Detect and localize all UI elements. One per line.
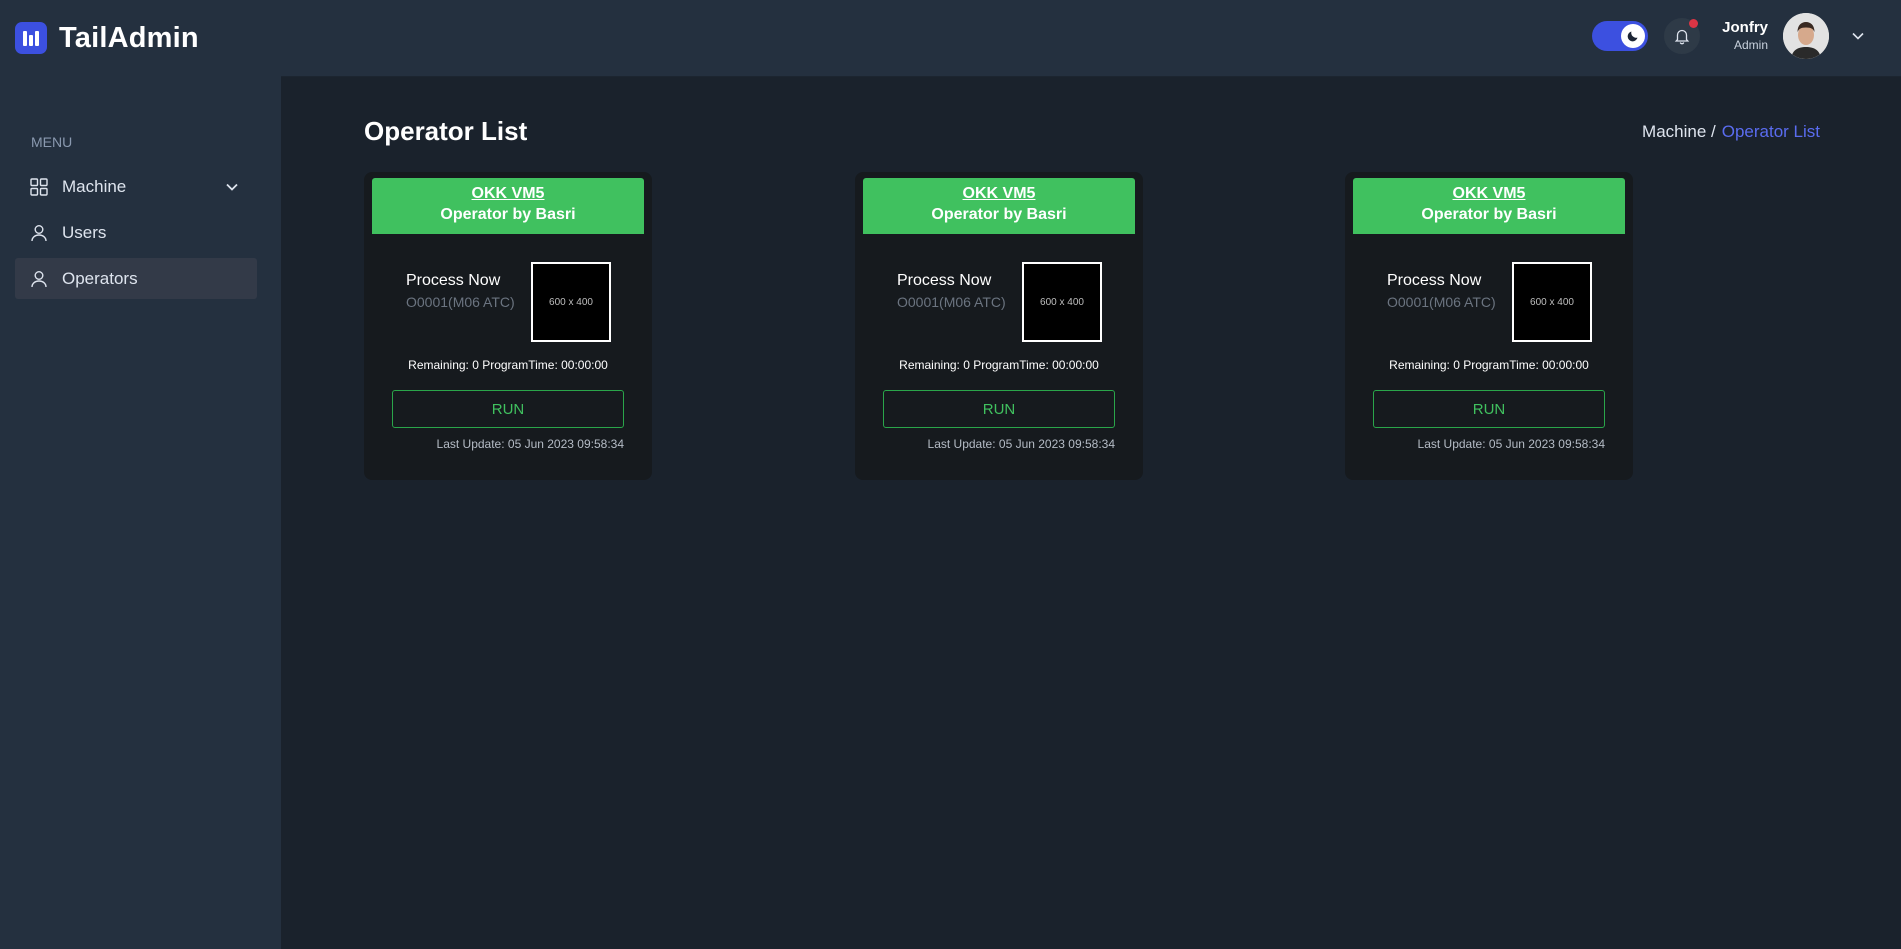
card-header: OKK VM5 Operator by Basri [372, 178, 644, 234]
logo-icon [15, 22, 47, 54]
dark-mode-toggle[interactable] [1592, 21, 1648, 51]
moon-icon [1621, 24, 1645, 48]
process-label: Process Now [406, 272, 501, 289]
breadcrumb-parent[interactable]: Machine / [1642, 122, 1716, 142]
process-label: Process Now [897, 272, 992, 289]
chevron-down-icon[interactable] [225, 179, 239, 199]
menu-heading: MENU [31, 134, 73, 150]
process-code: O0001(M06 ATC) [1387, 294, 1496, 310]
process-label: Process Now [1387, 272, 1482, 289]
card-header: OKK VM5 Operator by Basri [1353, 178, 1625, 234]
user-role: Admin [1733, 38, 1768, 52]
brand-name: TailAdmin [59, 21, 199, 54]
page-title: Operator List [364, 116, 528, 146]
run-button[interactable]: RUN [392, 390, 624, 428]
operator-name: Operator by Basri [931, 206, 1067, 223]
sidebar-item-label: Users [62, 222, 107, 242]
bell-icon [1674, 29, 1690, 45]
avatar[interactable] [1783, 13, 1829, 59]
last-update: Last Update: 05 Jun 2023 09:58:34 [1417, 437, 1605, 451]
run-button[interactable]: RUN [1373, 390, 1605, 428]
image-placeholder: 600 x 400 [531, 262, 611, 342]
grid-icon [30, 177, 48, 196]
sidebar-nav: Machine Users Operators [15, 166, 257, 304]
top-header: Jonfry Admin [281, 0, 1901, 76]
breadcrumb: Machine / Operator List [1642, 122, 1820, 142]
operator-card: OKK VM5 Operator by Basri Process Now O0… [855, 172, 1143, 480]
user-name[interactable]: Jonfry [1696, 19, 1768, 36]
machine-link[interactable]: OKK VM5 [372, 185, 644, 203]
process-code: O0001(M06 ATC) [897, 294, 1006, 310]
sidebar-item-label: Operators [62, 268, 138, 288]
chevron-down-icon[interactable] [1851, 29, 1865, 48]
sidebar-item-users[interactable]: Users [15, 212, 257, 253]
remaining-info: Remaining: 0 ProgramTime: 00:00:00 [1389, 358, 1589, 372]
remaining-info: Remaining: 0 ProgramTime: 00:00:00 [899, 358, 1099, 372]
operator-name: Operator by Basri [440, 206, 576, 223]
breadcrumb-current: Operator List [1721, 122, 1820, 141]
notification-button[interactable] [1664, 18, 1700, 54]
process-code: O0001(M06 ATC) [406, 294, 515, 310]
last-update: Last Update: 05 Jun 2023 09:58:34 [436, 437, 624, 451]
last-update: Last Update: 05 Jun 2023 09:58:34 [927, 437, 1115, 451]
operator-card: OKK VM5 Operator by Basri Process Now O0… [364, 172, 652, 480]
machine-link[interactable]: OKK VM5 [1353, 185, 1625, 203]
image-placeholder: 600 x 400 [1512, 262, 1592, 342]
card-header: OKK VM5 Operator by Basri [863, 178, 1135, 234]
remaining-info: Remaining: 0 ProgramTime: 00:00:00 [408, 358, 608, 372]
user-icon [30, 270, 48, 288]
operator-card: OKK VM5 Operator by Basri Process Now O0… [1345, 172, 1633, 480]
machine-link[interactable]: OKK VM5 [863, 185, 1135, 203]
logo[interactable]: TailAdmin [15, 21, 199, 55]
sidebar: TailAdmin MENU Machine Users Operators [0, 0, 281, 949]
run-button[interactable]: RUN [883, 390, 1115, 428]
sidebar-item-label: Machine [62, 176, 127, 196]
sidebar-item-machine[interactable]: Machine [15, 166, 257, 207]
image-placeholder: 600 x 400 [1022, 262, 1102, 342]
operator-name: Operator by Basri [1421, 206, 1557, 223]
sidebar-item-operators[interactable]: Operators [15, 258, 257, 299]
user-icon [30, 224, 48, 242]
